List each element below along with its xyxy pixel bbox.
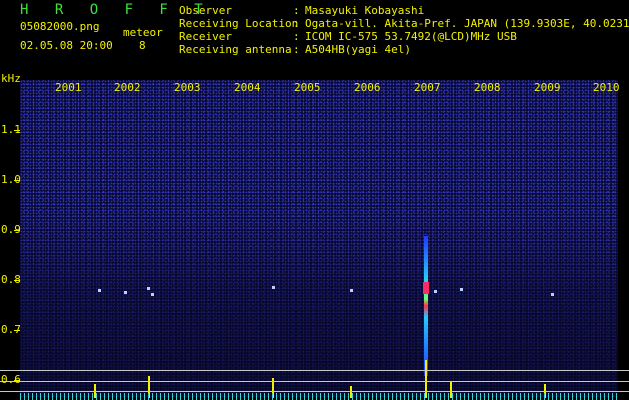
y-tick-mark xyxy=(14,230,20,231)
info-label: Observer xyxy=(179,4,232,17)
datetime-label: 02.05.08 20:00 xyxy=(20,39,113,52)
info-value: ICOM IC-575 53.7492(@LCD)MHz USB xyxy=(305,30,517,43)
info-row-observer: Observer : Masayuki Kobayashi xyxy=(179,4,629,17)
info-sep: : xyxy=(293,43,300,56)
echo-dot xyxy=(124,291,127,294)
filename-label: 05082000.png xyxy=(20,20,100,33)
echo-dot xyxy=(551,293,554,296)
y-tick-mark xyxy=(14,330,20,331)
info-label: Receiving Location xyxy=(179,17,299,30)
y-tick-mark xyxy=(14,130,20,131)
reference-line xyxy=(0,381,629,382)
spectrogram xyxy=(20,80,618,398)
y-tick-mark xyxy=(14,280,20,281)
info-sep: : xyxy=(293,4,300,17)
x-tick-label: 2009 xyxy=(534,81,561,94)
y-axis-unit: kHz xyxy=(1,72,21,85)
info-row-receiver: Receiver : ICOM IC-575 53.7492(@LCD)MHz … xyxy=(179,30,629,43)
x-tick-label: 2004 xyxy=(234,81,261,94)
info-value: Ogata-vill. Akita-Pref. JAPAN (139.9303E… xyxy=(305,17,629,30)
info-value: Masayuki Kobayashi xyxy=(305,4,425,17)
x-tick-label: 2006 xyxy=(354,81,381,94)
echo-dot xyxy=(272,286,275,289)
echo-dot xyxy=(98,289,101,292)
info-label: Receiver xyxy=(179,30,232,43)
echo-dot xyxy=(434,290,437,293)
info-value: A504HB(yagi 4el) xyxy=(305,43,411,56)
x-tick-label: 2007 xyxy=(414,81,441,94)
echo-dot xyxy=(350,289,353,292)
x-tick-label: 2005 xyxy=(294,81,321,94)
info-sep: : xyxy=(293,17,300,30)
info-row-location: Receiving Location : Ogata-vill. Akita-P… xyxy=(179,17,629,30)
reference-line xyxy=(0,370,629,371)
echo-dot xyxy=(147,287,150,290)
x-tick-label: 2008 xyxy=(474,81,501,94)
echo-dot xyxy=(460,288,463,291)
echo-dot xyxy=(151,293,154,296)
x-tick-label: 2001 xyxy=(55,81,82,94)
meteor-echo-head xyxy=(423,282,429,294)
x-tick-label: 2010 xyxy=(593,81,620,94)
info-row-antenna: Receiving antenna : A504HB(yagi 4el) xyxy=(179,43,629,56)
x-tick-label: 2002 xyxy=(114,81,141,94)
meteor-label: meteor xyxy=(123,26,163,39)
y-tick-mark xyxy=(14,380,20,381)
meteor-count: 8 xyxy=(139,39,146,52)
y-tick-mark xyxy=(14,180,20,181)
meteor-echo xyxy=(424,236,428,376)
power-trace xyxy=(20,393,618,400)
info-sep: : xyxy=(293,30,300,43)
info-label: Receiving antenna xyxy=(179,43,292,56)
reference-line xyxy=(0,391,629,392)
x-tick-label: 2003 xyxy=(174,81,201,94)
header: H R O F F T 05082000.png 02.05.08 20:00 … xyxy=(0,0,629,70)
station-info: Observer : Masayuki Kobayashi Receiving … xyxy=(179,4,629,56)
